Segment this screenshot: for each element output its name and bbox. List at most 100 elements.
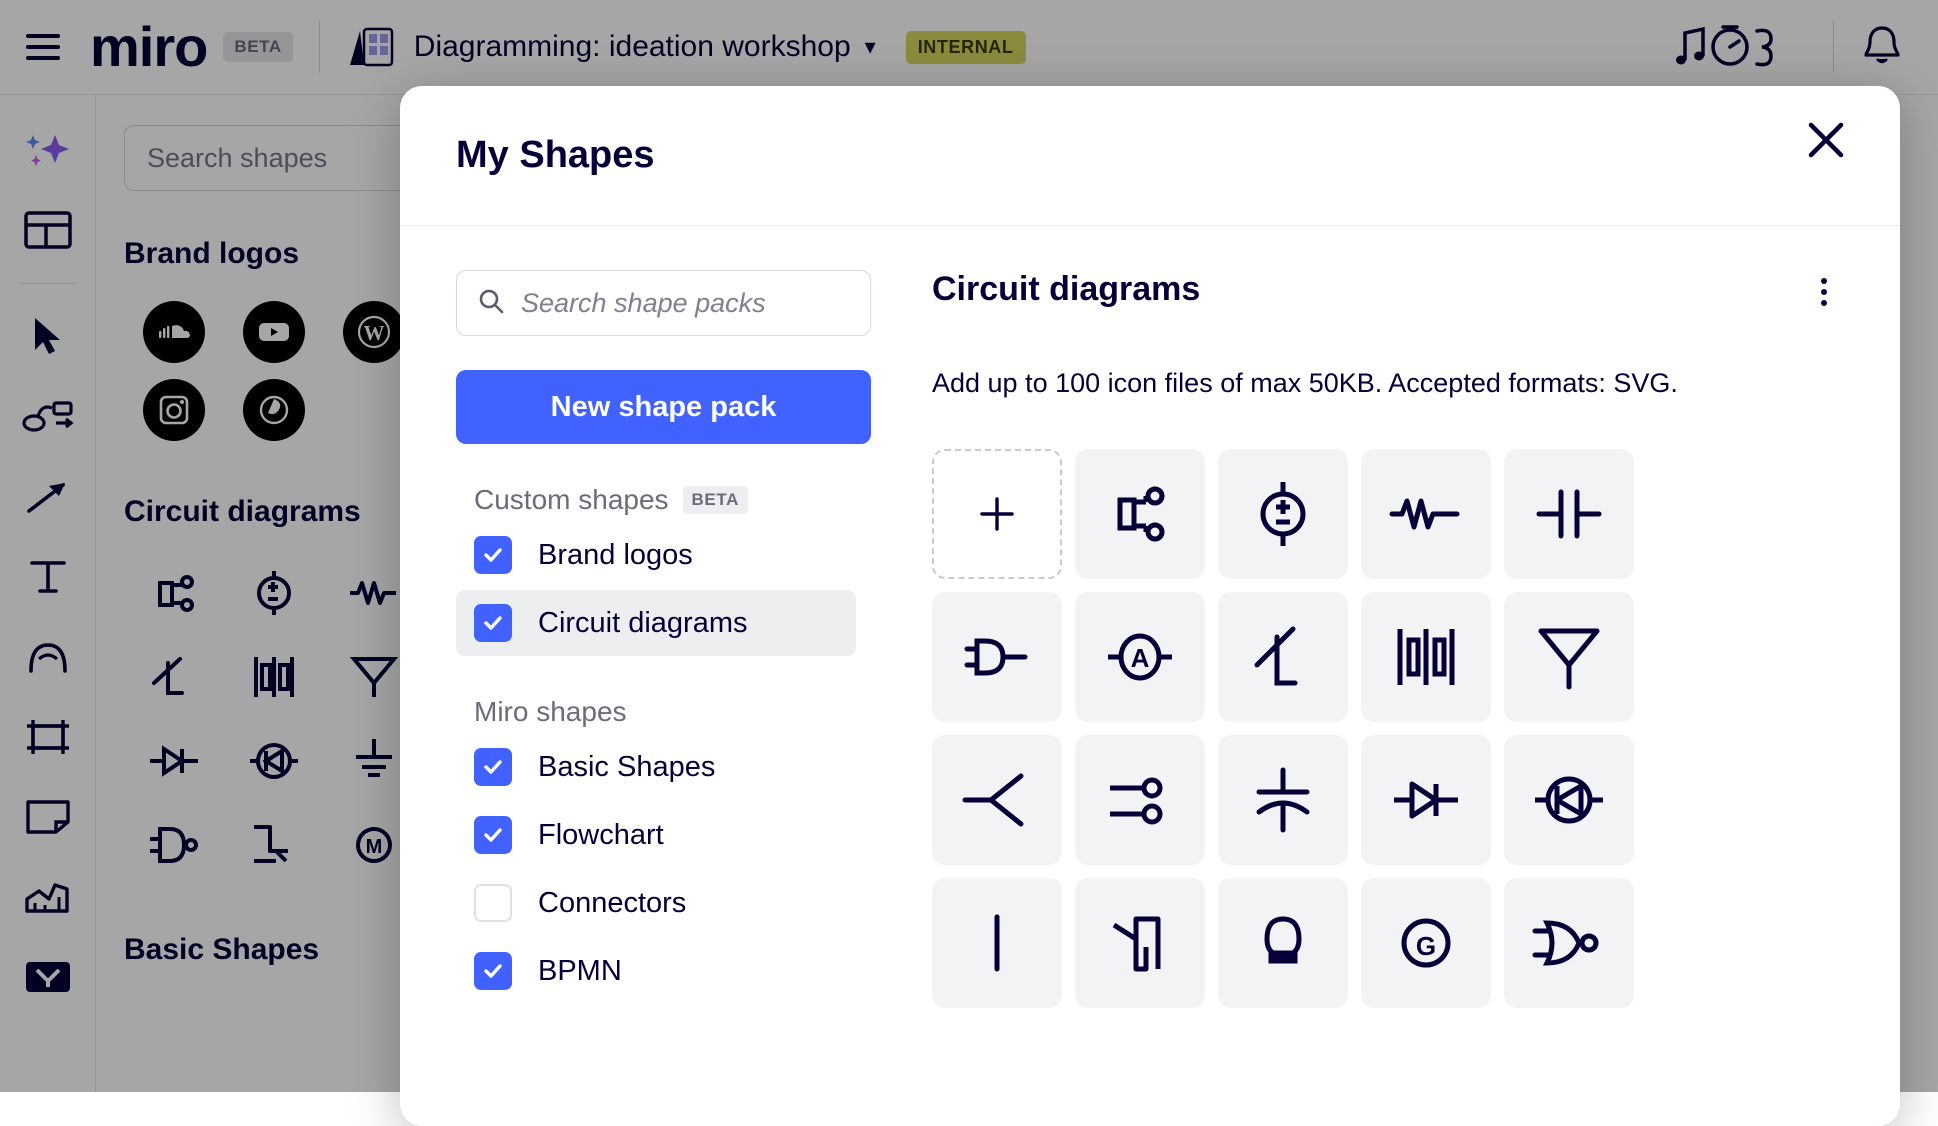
group-label-text: Miro shapes [474, 696, 627, 728]
youtube-icon [243, 301, 305, 363]
nor-gate-icon[interactable] [1504, 878, 1634, 1008]
shape-pack-row-bpmn[interactable]: BPMN [456, 938, 856, 1004]
rail-divider [20, 283, 76, 284]
shape-icon-grid: A [932, 449, 1846, 1008]
panel-search-placeholder: Search shapes [147, 143, 327, 174]
resistor-terminals-icon[interactable] [1075, 449, 1205, 579]
shape-item[interactable] [124, 635, 224, 719]
checkbox-checked-icon[interactable] [474, 952, 512, 990]
tunnel-diode-icon[interactable] [1504, 735, 1634, 865]
board-title[interactable]: Diagramming: ideation workshop [414, 30, 851, 64]
instagram-icon [143, 379, 205, 441]
arrow-icon[interactable] [21, 470, 75, 524]
modal-title: My Shapes [456, 134, 655, 177]
add-icon-tile[interactable] [932, 449, 1062, 579]
dc-voltage-source-icon[interactable] [1218, 449, 1348, 579]
detail-description: Add up to 100 icon files of max 50KB. Ac… [932, 368, 1846, 399]
switch-lever-icon[interactable] [1218, 592, 1348, 722]
shape-pack-label: Basic Shapes [538, 751, 715, 784]
svg-text:M: M [366, 836, 383, 858]
shape-pack-row-brand-logos[interactable]: Brand logos [456, 522, 856, 588]
detail-header: Circuit diagrams [932, 270, 1846, 314]
board-type-icon [346, 25, 398, 69]
group-label-custom-shapes: Custom shapes BETA [456, 484, 856, 516]
shape-pack-row-connectors[interactable]: Connectors [456, 870, 856, 936]
pen-icon[interactable] [21, 630, 75, 684]
chevron-down-icon[interactable]: ▾ [865, 34, 876, 60]
svg-text:W: W [364, 321, 385, 345]
checkbox-checked-icon[interactable] [474, 748, 512, 786]
shape-pack-label: BPMN [538, 955, 622, 988]
shape-pack-row-circuit-diagrams[interactable]: Circuit diagrams [456, 590, 856, 656]
double-terminal-icon[interactable] [1075, 735, 1205, 865]
frame-icon[interactable] [21, 710, 75, 764]
flag-terminal-icon[interactable] [1075, 878, 1205, 1008]
variable-capacitor-icon[interactable] [1218, 735, 1348, 865]
wordpress-icon: W [343, 301, 405, 363]
checkbox-checked-icon[interactable] [474, 604, 512, 642]
shape-item[interactable] [224, 551, 324, 635]
group-label-text: Custom shapes [474, 484, 669, 516]
shape-item[interactable] [224, 719, 324, 803]
antenna-icon[interactable] [1504, 592, 1634, 722]
logo-item[interactable] [124, 371, 224, 449]
more-options-icon[interactable] [1802, 270, 1846, 314]
shape-pack-label: Circuit diagrams [538, 607, 748, 640]
resistor-zigzag-icon[interactable] [1361, 449, 1491, 579]
more-apps-icon[interactable] [21, 950, 75, 1004]
sticky-note-icon[interactable] [21, 790, 75, 844]
search-shape-packs-placeholder: Search shape packs [521, 288, 766, 319]
checkbox-checked-icon[interactable] [474, 536, 512, 574]
shape-item[interactable] [224, 803, 324, 887]
shapes-icon[interactable] [21, 870, 75, 924]
search-shape-packs-input[interactable]: Search shape packs [456, 270, 871, 336]
modal-body: Search shape packs New shape pack Custom… [400, 226, 1900, 1126]
junction-icon[interactable] [932, 735, 1062, 865]
logo-item[interactable] [224, 293, 324, 371]
bell-icon[interactable] [1860, 22, 1904, 73]
close-icon[interactable] [1798, 112, 1854, 168]
group-beta-badge: BETA [683, 486, 748, 514]
topbar: miro BETA Diagramming: ideation workshop… [0, 0, 1938, 95]
wire-icon[interactable] [932, 878, 1062, 1008]
shape-pack-label: Connectors [538, 887, 686, 920]
connection-icon[interactable] [21, 390, 75, 444]
my-shapes-modal: My Shapes Search shape packs New shape p… [400, 86, 1900, 1126]
shape-item[interactable] [124, 551, 224, 635]
shape-item[interactable] [224, 635, 324, 719]
beta-badge: BETA [223, 32, 292, 62]
new-shape-pack-button[interactable]: New shape pack [456, 370, 871, 444]
diode-icon[interactable] [1361, 735, 1491, 865]
shape-pack-label: Flowchart [538, 819, 664, 852]
shape-pack-row-basic-shapes[interactable]: Basic Shapes [456, 734, 856, 800]
templates-icon[interactable] [21, 203, 75, 257]
lamp-icon[interactable] [1218, 878, 1348, 1008]
svg-text:A: A [1131, 643, 1150, 673]
tool-rail [0, 95, 96, 1092]
shape-pack-row-flowchart[interactable]: Flowchart [456, 802, 856, 868]
checkbox-unchecked-icon[interactable] [474, 884, 512, 922]
logic-gate-icon[interactable] [932, 592, 1062, 722]
hamburger-menu-icon[interactable] [26, 34, 60, 60]
select-cursor-icon[interactable] [21, 310, 75, 364]
logo-item[interactable] [224, 371, 324, 449]
detail-title: Circuit diagrams [932, 270, 1200, 309]
logo-item[interactable] [124, 293, 224, 371]
shape-pack-detail: Circuit diagrams Add up to 100 icon file… [900, 226, 1900, 1126]
capacitor-icon[interactable] [1504, 449, 1634, 579]
ai-sparkle-icon[interactable] [21, 123, 75, 177]
soundcloud-icon [143, 301, 205, 363]
shape-item[interactable] [124, 803, 224, 887]
shape-pack-label: Brand logos [538, 539, 693, 572]
battery-bank-icon[interactable] [1361, 592, 1491, 722]
shape-item[interactable] [124, 719, 224, 803]
modal-header: My Shapes [400, 86, 1900, 226]
ammeter-icon[interactable]: A [1075, 592, 1205, 722]
text-icon[interactable] [21, 550, 75, 604]
internal-badge: INTERNAL [906, 31, 1026, 64]
divider [1833, 21, 1834, 73]
checkbox-checked-icon[interactable] [474, 816, 512, 854]
generator-icon[interactable]: G [1361, 878, 1491, 1008]
music-timer-icon[interactable] [1675, 21, 1785, 73]
divider [319, 21, 320, 73]
